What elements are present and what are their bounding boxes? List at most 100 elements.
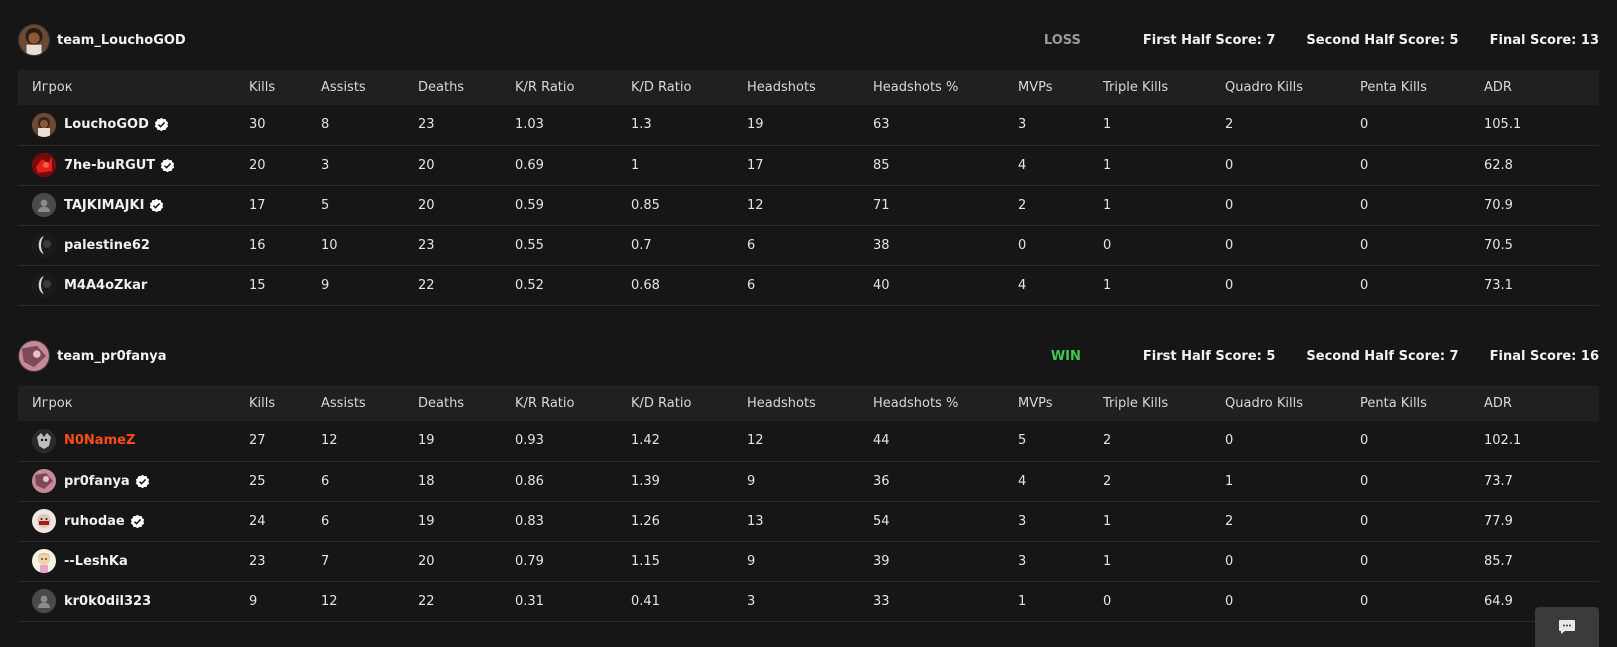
team-name[interactable]: team_LouchoGOD [57,33,186,48]
player-avatar[interactable] [32,589,56,613]
stat-cell: 0 [1360,117,1369,133]
player-name[interactable]: palestine62 [64,238,150,253]
player-avatar[interactable] [32,469,56,493]
column-header[interactable]: Kills [249,70,321,105]
column-header[interactable]: Quadro Kills [1225,386,1360,421]
column-header[interactable]: Headshots [747,386,873,421]
stat-cell: 0 [1103,237,1112,253]
team-score-summary: LOSS First Half Score: 7 Second Half Score… [1044,18,1599,62]
stat-cell: 22 [418,593,435,609]
player-name[interactable]: TAJKIMAJKI [64,198,144,213]
stat-cell: 0 [1225,157,1234,173]
player-name[interactable]: 7he-buRGUT [64,158,155,173]
final-score: Final Score: 16 [1489,348,1599,364]
player-link[interactable]: palestine62 [32,233,249,257]
column-header[interactable]: Headshots % [873,386,1018,421]
column-header[interactable]: Triple Kills [1103,386,1225,421]
player-link[interactable]: TAJKIMAJKI [32,193,249,217]
column-header[interactable]: Headshots % [873,70,1018,105]
team-name[interactable]: team_pr0fanya [57,349,167,364]
column-header[interactable]: K/R Ratio [515,70,631,105]
verified-badge-icon [130,514,145,529]
column-header[interactable]: ADR [1484,386,1599,421]
stat-cell: 39 [873,553,890,569]
column-header[interactable]: Triple Kills [1103,70,1225,105]
player-stats-table: Игрок Kills Assists Deaths K/R Ratio K/D Rati… [18,386,1599,622]
column-header[interactable]: K/R Ratio [515,386,631,421]
stat-cell: 0.41 [631,593,660,609]
stat-cell: 1.03 [515,117,544,133]
player-avatar[interactable] [32,549,56,573]
column-header[interactable]: Deaths [418,70,515,105]
player-link[interactable]: 7he-buRGUT [32,153,249,177]
column-header[interactable]: Deaths [418,386,515,421]
column-header[interactable]: Penta Kills [1360,386,1484,421]
player-cell: pr0fanya [18,461,249,501]
team-header: team_LouchoGOD LOSS First Half Score: 7 Sec… [18,18,1599,62]
stat-cell: 1 [1103,277,1112,293]
stat-cell: 4 [1018,157,1027,173]
chat-button[interactable] [1535,607,1599,647]
stat-cell: 12 [321,433,338,449]
player-link[interactable]: kr0k0dil323 [32,589,249,613]
player-link[interactable]: M4A4oZkar [32,273,249,297]
column-header[interactable]: Assists [321,386,418,421]
column-header[interactable]: ADR [1484,70,1599,105]
player-row: TAJKIMAJKI 17 5 20 0.59 0.85 12 71 2 1 0 0 70.9 [18,185,1599,225]
stat-cell: 2 [1018,197,1027,213]
stat-cell: 85.7 [1484,553,1513,569]
player-row: LouchoGOD 30 8 23 1.03 1.3 19 63 3 1 2 0 105.1 [18,105,1599,145]
player-name[interactable]: LouchoGOD [64,117,149,132]
stat-cell: 27 [249,433,266,449]
column-header[interactable]: K/D Ratio [631,70,747,105]
stat-cell: 0.31 [515,593,544,609]
player-name[interactable]: kr0k0dil323 [64,594,151,609]
player-row: N0NameZ 27 12 19 0.93 1.42 12 44 5 2 0 0 102.1 [18,421,1599,461]
team-avatar[interactable] [18,340,50,372]
player-row: ruhodae 24 6 19 0.83 1.26 13 54 3 1 2 0 77.9 [18,501,1599,541]
player-avatar[interactable] [32,428,56,453]
column-header[interactable]: Игрок [18,70,249,105]
stat-cell: 0 [1360,473,1369,489]
player-name[interactable]: --LeshKa [64,554,128,569]
stat-cell: 6 [321,473,330,489]
team-avatar[interactable] [18,24,50,56]
player-cell: palestine62 [18,225,249,265]
player-link[interactable]: ruhodae [32,509,249,533]
player-avatar[interactable] [32,273,56,297]
player-avatar[interactable] [32,153,56,177]
player-link[interactable]: N0NameZ [32,428,249,453]
column-header[interactable]: MVPs [1018,386,1103,421]
stat-cell: 0 [1360,157,1369,173]
stat-cell: 1 [1018,593,1027,609]
column-header[interactable]: MVPs [1018,70,1103,105]
stat-cell: 3 [1018,513,1027,529]
player-name[interactable]: ruhodae [64,514,125,529]
stat-cell: 1 [631,157,640,173]
player-link[interactable]: LouchoGOD [32,112,249,137]
player-avatar[interactable] [32,193,56,217]
column-header[interactable]: Headshots [747,70,873,105]
player-avatar[interactable] [32,233,56,257]
column-header[interactable]: Assists [321,70,418,105]
player-name[interactable]: N0NameZ [64,433,135,448]
column-header[interactable]: Kills [249,386,321,421]
stat-cell: 0 [1360,593,1369,609]
player-link[interactable]: --LeshKa [32,549,249,573]
stat-cell: 12 [747,433,764,449]
player-link[interactable]: pr0fanya [32,469,249,493]
column-header[interactable]: Penta Kills [1360,70,1484,105]
column-header[interactable]: K/D Ratio [631,386,747,421]
player-name[interactable]: M4A4oZkar [64,278,147,293]
second-half-score: Second Half Score: 7 [1306,348,1459,364]
column-header[interactable]: Игрок [18,386,249,421]
stat-cell: 1.3 [631,117,652,133]
player-avatar[interactable] [32,112,56,137]
stat-cell: 4 [1018,473,1027,489]
column-header[interactable]: Quadro Kills [1225,70,1360,105]
stat-cell: 30 [249,117,266,133]
player-name[interactable]: pr0fanya [64,474,130,489]
player-avatar[interactable] [32,509,56,533]
player-row: --LeshKa 23 7 20 0.79 1.15 9 39 3 1 0 0 85.7 [18,541,1599,581]
stat-cell: 9 [249,593,258,609]
